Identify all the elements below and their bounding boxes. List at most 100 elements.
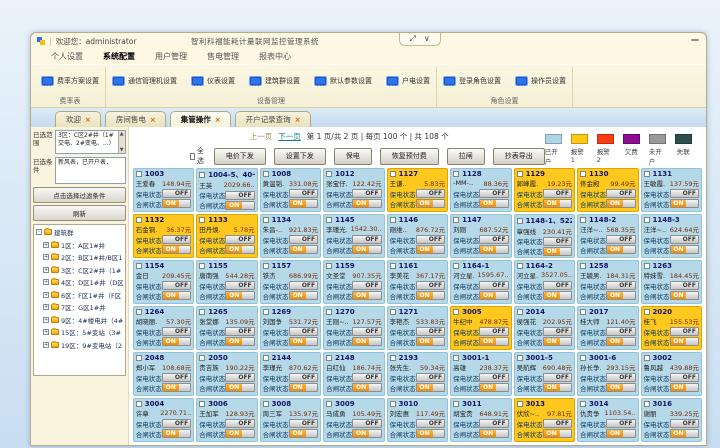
supply-status-toggle[interactable]: OFF xyxy=(289,419,318,428)
room-card[interactable]: 3009 马成勇 105.49元 保电状态 OFF 合闸状态 ON xyxy=(323,398,384,442)
room-card[interactable]: 2050 贵吉族 190.22元 保电状态 OFF 合闸状态 ON xyxy=(196,352,257,396)
room-card[interactable]: 1145 李瑾光. 1542.30.. 保电状态 OFF 合闸状态 ON xyxy=(323,214,384,258)
room-card[interactable]: 1148-1、522 章强线 230.41元 保电状态 OFF 合闸状态 ON xyxy=(514,214,575,258)
tab-close-icon[interactable]: × xyxy=(295,116,301,124)
supply-status-toggle[interactable]: OFF xyxy=(670,373,699,382)
room-card[interactable]: 2144 李瑾光 870.62元 保电状态 OFF 合闸状态 ON xyxy=(260,352,321,396)
supply-status-toggle[interactable]: OFF xyxy=(543,373,572,382)
supply-status-toggle[interactable]: OFF xyxy=(162,281,191,290)
room-checkbox[interactable] xyxy=(326,355,332,361)
room-checkbox[interactable] xyxy=(326,171,332,177)
switch-status-toggle[interactable]: ON xyxy=(289,337,318,346)
switch-status-toggle[interactable]: ON xyxy=(162,245,191,254)
switch-status-toggle[interactable]: ON xyxy=(606,383,635,392)
switch-status-toggle[interactable]: ON xyxy=(670,199,699,208)
tree-item[interactable]: + 1区：A区1#井 xyxy=(36,240,124,250)
supply-status-toggle[interactable]: OFF xyxy=(225,327,254,336)
room-card[interactable]: 1155 唐南强 544.28元 保电状态 OFF 合闸状态 ON xyxy=(196,260,257,304)
switch-status-toggle[interactable]: ON xyxy=(416,291,445,300)
room-checkbox[interactable] xyxy=(453,309,459,315)
supply-status-toggle[interactable]: OFF xyxy=(606,327,635,336)
room-checkbox[interactable] xyxy=(199,355,205,361)
expand-icon[interactable]: + xyxy=(43,292,49,298)
room-checkbox[interactable] xyxy=(517,171,523,177)
room-checkbox[interactable] xyxy=(199,217,205,223)
supply-status-toggle[interactable]: OFF xyxy=(670,235,699,244)
room-checkbox[interactable] xyxy=(326,217,332,223)
switch-status-toggle[interactable]: ON xyxy=(162,337,191,346)
room-card[interactable]: 1164-1 河立星. 1595.67.. 保电状态 OFF 合闸状态 ON xyxy=(450,260,511,304)
document-tab[interactable]: 房间售电 × xyxy=(105,111,166,127)
room-card[interactable]: 2017 桂大师 121.40元 保电状态 OFF 合闸状态 ON xyxy=(577,306,638,350)
switch-status-toggle[interactable]: ON xyxy=(352,199,381,208)
room-checkbox[interactable] xyxy=(136,217,142,223)
room-checkbox[interactable] xyxy=(136,263,142,269)
tab-close-icon[interactable]: × xyxy=(150,116,156,124)
select-all-checkbox[interactable] xyxy=(190,153,195,160)
expand-icon[interactable]: + xyxy=(43,254,49,260)
room-card[interactable]: 3014 仇贵争 1103.54.. 保电状态 OFF 合闸状态 ON xyxy=(577,398,638,442)
supply-status-toggle[interactable]: OFF xyxy=(416,281,445,290)
switch-status-toggle[interactable]: ON xyxy=(606,291,635,300)
room-checkbox[interactable] xyxy=(644,355,650,361)
supply-status-toggle[interactable]: OFF xyxy=(479,281,508,290)
room-card[interactable]: 1131 王敏霞. 137.59元 保电状态 OFF 合闸状态 ON xyxy=(641,168,702,212)
room-card[interactable]: 1148-3 汪洋~.. 624.64元 保电状态 OFF 合闸状态 ON xyxy=(641,214,702,258)
action-button[interactable]: 设置下发 xyxy=(274,148,326,165)
room-checkbox[interactable] xyxy=(263,171,269,177)
supply-status-toggle[interactable]: OFF xyxy=(416,327,445,336)
tree-item[interactable]: + 9区：4#楼电井（4# xyxy=(36,315,124,325)
room-card[interactable]: 1008 黄温韬. 331.08元 保电状态 OFF 合闸状态 ON xyxy=(260,168,321,212)
ribbon-button[interactable]: 操作员设置 xyxy=(515,76,566,86)
room-checkbox[interactable] xyxy=(390,263,396,269)
room-card[interactable]: 3008 周三军 135.97元 保电状态 OFF 合闸状态 ON xyxy=(260,398,321,442)
expand-icon[interactable]: + xyxy=(43,317,49,323)
menu-item[interactable]: 用户管理 xyxy=(155,51,187,62)
room-checkbox[interactable] xyxy=(199,309,205,315)
switch-status-toggle[interactable]: ON xyxy=(289,245,318,254)
supply-status-toggle[interactable]: OFF xyxy=(352,281,381,290)
switch-status-toggle[interactable]: ON xyxy=(606,429,635,438)
supply-status-toggle[interactable]: OFF xyxy=(479,327,508,336)
switch-status-toggle[interactable]: ON xyxy=(225,245,254,254)
menu-item[interactable]: 报表中心 xyxy=(259,51,291,62)
switch-status-toggle[interactable]: ON xyxy=(543,337,572,346)
supply-status-toggle[interactable]: OFF xyxy=(225,235,254,244)
room-checkbox[interactable] xyxy=(517,218,523,224)
supply-status-toggle[interactable]: OFF xyxy=(289,281,318,290)
switch-status-toggle[interactable]: ON xyxy=(225,429,254,438)
prev-page-link[interactable]: 上一页 xyxy=(250,131,273,142)
room-checkbox[interactable] xyxy=(580,401,586,407)
tree-item[interactable]: + 3区：C区2#井（1# xyxy=(36,265,124,275)
switch-status-toggle[interactable]: ON xyxy=(479,245,508,254)
room-checkbox[interactable] xyxy=(390,355,396,361)
supply-status-toggle[interactable]: OFF xyxy=(352,327,381,336)
room-card[interactable]: 1129 郭峰霞. 19.23元 保电状态 OFF 合闸状态 ON xyxy=(514,168,575,212)
supply-status-toggle[interactable]: OFF xyxy=(606,189,635,198)
supply-status-toggle[interactable]: OFF xyxy=(670,419,699,428)
room-card[interactable]: 1146 刚维.. 876.72元 保电状态 OFF 合闸状态 ON xyxy=(387,214,448,258)
switch-status-toggle[interactable]: ON xyxy=(225,383,254,392)
expand-icon[interactable]: + xyxy=(43,304,49,310)
room-checkbox[interactable] xyxy=(326,401,332,407)
document-tab[interactable]: 集管操作 × xyxy=(170,111,231,127)
supply-status-toggle[interactable]: OFF xyxy=(670,281,699,290)
supply-status-toggle[interactable]: OFF xyxy=(479,189,508,198)
supply-status-toggle[interactable]: OFF xyxy=(352,419,381,428)
room-card[interactable]: 3001-1 高雄 238.37元 保电状态 OFF 合闸状态 ON xyxy=(450,352,511,396)
room-card[interactable]: 1271 李艳杰 533.83元 保电状态 OFF 合闸状态 ON xyxy=(387,306,448,350)
room-checkbox[interactable] xyxy=(517,355,523,361)
room-checkbox[interactable] xyxy=(390,171,396,177)
room-checkbox[interactable] xyxy=(517,401,523,407)
supply-status-toggle[interactable]: OFF xyxy=(543,237,572,246)
switch-status-toggle[interactable]: ON xyxy=(479,199,508,208)
supply-status-toggle[interactable]: OFF xyxy=(162,373,191,382)
supply-status-toggle[interactable]: OFF xyxy=(162,327,191,336)
room-card[interactable]: 1128 -MM-.. 88.36元 保电状态 OFF 合闸状态 ON xyxy=(450,168,511,212)
tab-close-icon[interactable]: × xyxy=(85,116,91,124)
menu-item[interactable]: 系统配置 xyxy=(103,51,135,62)
room-card[interactable]: 1012 张宝仔. 122.42元 保电状态 OFF 合闸状态 ON xyxy=(323,168,384,212)
switch-status-toggle[interactable]: ON xyxy=(416,245,445,254)
switch-status-toggle[interactable]: ON xyxy=(352,429,381,438)
spinner-down-icon[interactable]: ▼ xyxy=(119,147,125,153)
